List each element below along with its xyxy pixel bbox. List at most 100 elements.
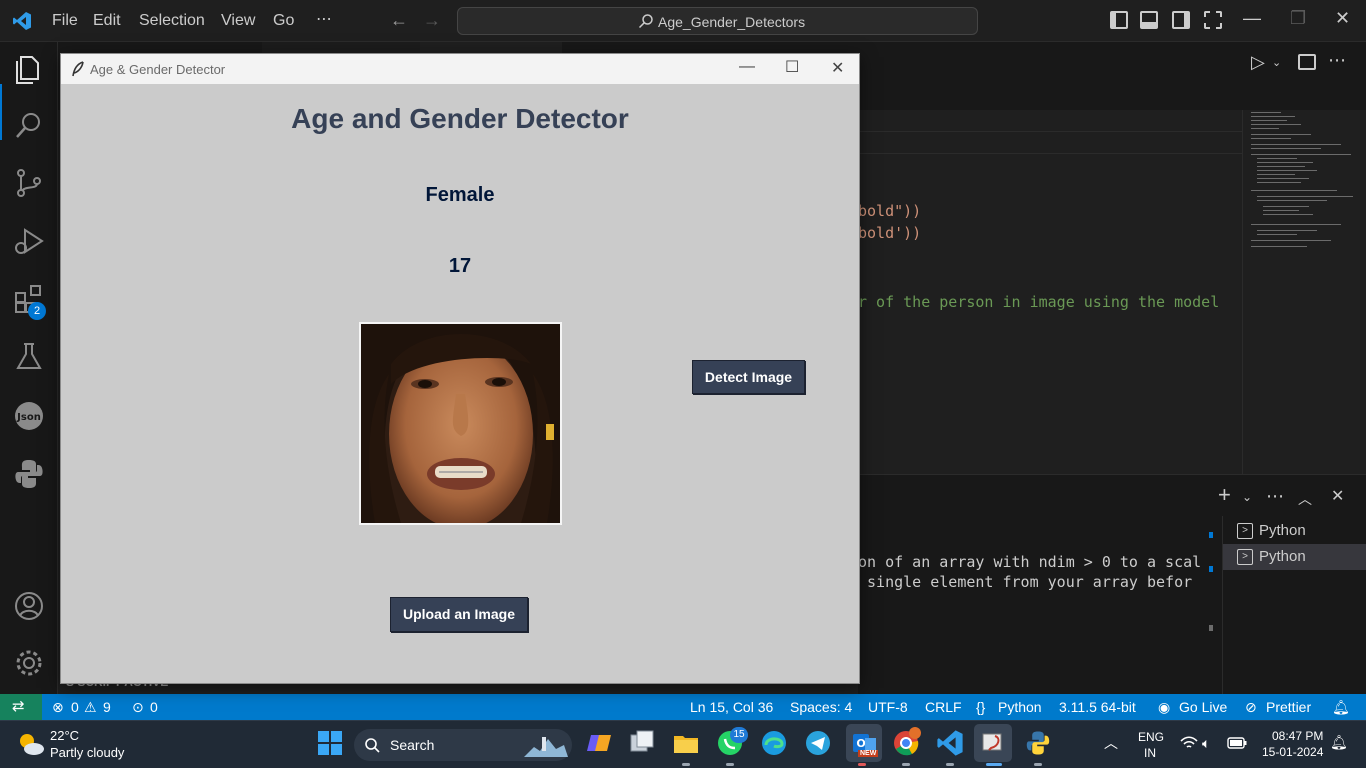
remote-icon: ⇄ <box>12 698 25 715</box>
search-text: Age_Gender_Detectors <box>658 14 806 30</box>
warnings-icon[interactable]: ⚠ <box>84 699 97 716</box>
menu-view[interactable]: View <box>221 12 255 30</box>
maximize-panel-icon[interactable]: ︿ <box>1298 489 1312 509</box>
sticky-scroll <box>858 132 1242 154</box>
file-explorer-icon[interactable] <box>672 729 700 757</box>
restore-icon[interactable]: ❐ <box>1290 8 1306 29</box>
outlook-icon-container[interactable]: O NEW <box>846 724 882 762</box>
back-arrow-icon[interactable]: ← <box>390 10 408 31</box>
menu-go[interactable]: Go <box>273 12 294 30</box>
input-language[interactable]: ENG <box>1138 730 1164 744</box>
python-taskbar-icon[interactable] <box>1024 729 1052 757</box>
line-endings[interactable]: CRLF <box>925 699 962 715</box>
go-live[interactable]: Go Live <box>1179 699 1227 715</box>
windows-start-icon[interactable] <box>316 729 344 757</box>
upload-image-button[interactable]: Upload an Image <box>390 597 528 632</box>
tk-minimize-icon[interactable]: — <box>739 58 755 76</box>
copilot-icon[interactable] <box>585 729 613 757</box>
toggle-panel-icon[interactable] <box>1140 11 1158 29</box>
more-actions-icon[interactable]: ⋯ <box>1328 50 1346 71</box>
terminal-tab-label: Python <box>1259 548 1306 565</box>
prettier[interactable]: Prettier <box>1266 699 1311 715</box>
activity-bar: 2 Json <box>0 42 58 694</box>
search-icon <box>638 14 653 29</box>
input-region[interactable]: IN <box>1144 746 1156 760</box>
customize-layout-icon[interactable] <box>1204 11 1222 29</box>
menu-selection[interactable]: Selection <box>139 12 205 30</box>
menu-edit[interactable]: Edit <box>93 12 121 30</box>
broadcast-icon[interactable]: ◉ <box>1158 699 1170 716</box>
taskbar-search[interactable]: Search <box>354 729 572 761</box>
run-play-icon[interactable]: ▷ <box>1251 52 1265 73</box>
run-debug-icon[interactable] <box>12 224 46 258</box>
wifi-icon[interactable] <box>1180 736 1198 750</box>
running-indicator <box>726 763 734 766</box>
indentation[interactable]: Spaces: 4 <box>790 699 852 715</box>
telegram-icon[interactable] <box>804 729 832 757</box>
notifications-bell-icon[interactable]: 🔔︎ <box>1332 699 1350 716</box>
forward-arrow-icon[interactable]: → <box>423 10 441 31</box>
tk-app-taskbar-container[interactable] <box>974 724 1012 762</box>
close-icon[interactable]: ✕ <box>1335 8 1350 29</box>
prettier-check-icon[interactable]: ⊘ <box>1245 699 1257 716</box>
account-icon[interactable] <box>12 589 46 623</box>
settings-gear-icon[interactable] <box>12 646 46 680</box>
testing-flask-icon[interactable] <box>12 340 46 374</box>
weather-temperature[interactable]: 22°C <box>50 728 79 743</box>
explorer-icon[interactable] <box>12 52 46 86</box>
clock-time[interactable]: 08:47 PM <box>1272 729 1323 743</box>
tk-maximize-icon[interactable]: ☐ <box>785 57 799 77</box>
encoding[interactable]: UTF-8 <box>868 699 908 715</box>
code-line: bold')) <box>858 224 922 242</box>
close-panel-icon[interactable]: ✕ <box>1331 486 1344 506</box>
source-control-icon[interactable] <box>12 166 46 200</box>
battery-icon[interactable] <box>1227 737 1247 749</box>
json-extension-icon[interactable]: Json <box>12 399 46 433</box>
minimize-icon[interactable]: — <box>1243 8 1261 29</box>
tk-window-titlebar[interactable]: Age & Gender Detector — ☐ ✕ <box>61 54 859 84</box>
extensions-badge: 2 <box>28 302 46 320</box>
tk-window-title: Age & Gender Detector <box>90 62 226 77</box>
run-dropdown-icon[interactable]: ⌄ <box>1272 56 1281 69</box>
toggle-secondary-sidebar-icon[interactable] <box>1172 11 1190 29</box>
new-terminal-icon[interactable]: + <box>1218 482 1231 508</box>
weather-condition[interactable]: Partly cloudy <box>50 745 124 760</box>
terminal-dropdown-icon[interactable]: ⌄ <box>1242 490 1252 504</box>
command-center-search[interactable]: Age_Gender_Detectors <box>457 7 978 35</box>
vscode-taskbar-icon[interactable] <box>936 729 964 757</box>
split-editor-icon[interactable] <box>1298 54 1316 70</box>
ports-icon[interactable]: ⊙ <box>132 699 144 716</box>
code-line: bold")) <box>858 202 922 220</box>
warnings-count[interactable]: 9 <box>103 699 111 715</box>
app-heading: Age and Gender Detector <box>291 103 629 134</box>
notification-bell-icon[interactable]: 🔔︎ <box>1330 734 1348 751</box>
tk-close-icon[interactable]: ✕ <box>831 58 844 78</box>
detect-image-button[interactable]: Detect Image <box>692 360 805 394</box>
ports-count[interactable]: 0 <box>150 699 158 715</box>
minimap <box>1242 110 1366 474</box>
errors-count[interactable]: 0 <box>71 699 79 715</box>
terminal-tab-python-active[interactable]: > Python <box>1223 544 1366 570</box>
panel-more-icon[interactable]: ⋯ <box>1266 486 1284 507</box>
menu-file[interactable]: File <box>52 12 78 30</box>
python-interpreter[interactable]: 3.11.5 64-bit <box>1059 699 1136 715</box>
weather-partly-cloudy-icon[interactable] <box>16 730 46 758</box>
gender-result-label: Female <box>425 184 495 206</box>
toggle-sidebar-icon[interactable] <box>1110 11 1128 29</box>
running-indicator <box>902 763 910 766</box>
clock-date[interactable]: 15-01-2024 <box>1262 745 1323 759</box>
errors-icon[interactable]: ⊗ <box>52 699 64 716</box>
volume-icon[interactable]: 🔈︎ <box>1202 735 1210 752</box>
language-braces-icon[interactable]: {} <box>976 699 985 715</box>
show-hidden-icons-chevron[interactable]: ︿ <box>1104 733 1118 753</box>
search-icon[interactable] <box>12 109 46 143</box>
terminal-tab-python[interactable]: > Python <box>1223 518 1366 544</box>
task-view-icon[interactable] <box>628 729 656 757</box>
cursor-position[interactable]: Ln 15, Col 36 <box>690 699 773 715</box>
python-feather-icon <box>982 733 1002 751</box>
language-mode[interactable]: Python <box>998 699 1042 715</box>
python-icon[interactable] <box>12 457 46 491</box>
menu-more[interactable]: ⋯ <box>316 9 332 29</box>
edge-browser-icon[interactable] <box>760 729 788 757</box>
remote-indicator[interactable]: ⇄ <box>0 694 42 720</box>
